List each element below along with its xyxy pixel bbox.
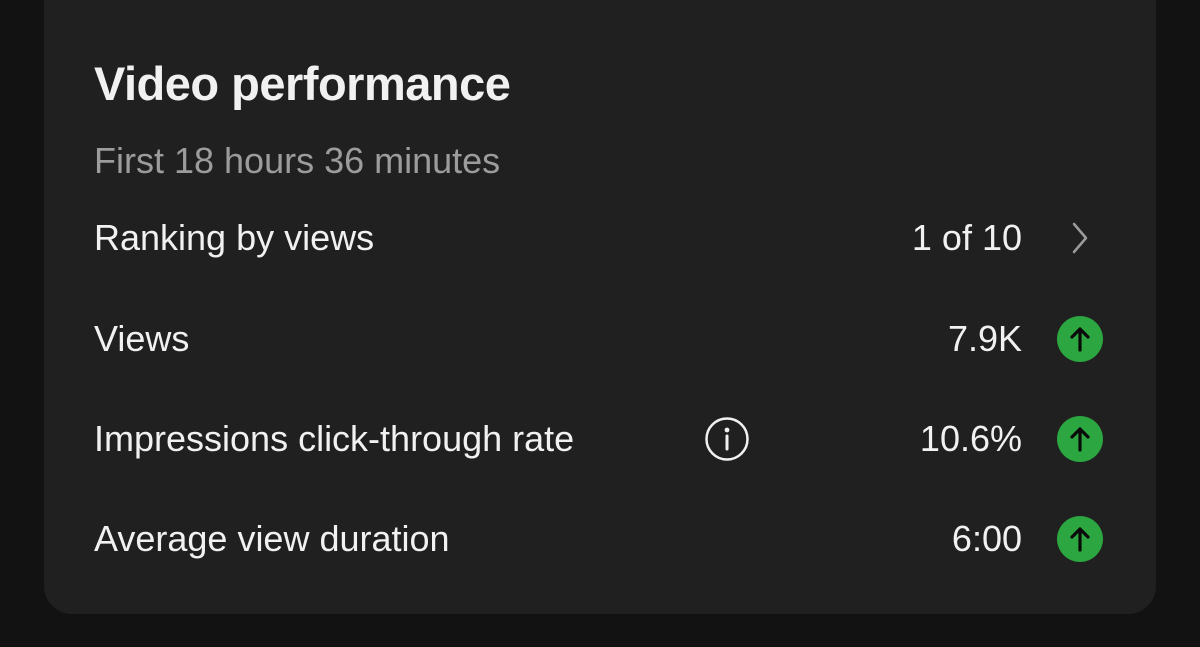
row-label: Ranking by views	[94, 217, 375, 258]
trend-up-badge	[1056, 315, 1104, 363]
ranking-by-views-row[interactable]: Ranking by views 1 of 10	[44, 198, 1156, 278]
row-value: 7.9K	[947, 318, 1022, 359]
card-subtitle: First 18 hours 36 minutes	[94, 140, 501, 181]
impressions-ctr-row: Impressions click-through rate 10.6%	[44, 399, 1156, 479]
trend-up-badge	[1056, 415, 1104, 463]
chevron-right-icon[interactable]	[1056, 214, 1104, 262]
arrow-up-icon	[1057, 416, 1103, 462]
arrow-up-icon	[1057, 516, 1103, 562]
average-view-duration-row: Average view duration 6:00	[44, 499, 1156, 579]
row-label: Views	[94, 318, 190, 359]
card-title: Video performance	[94, 57, 511, 110]
video-performance-card: Video performance First 18 hours 36 minu…	[44, 0, 1156, 614]
row-label: Average view duration	[94, 518, 450, 559]
row-value: 1 of 10	[911, 217, 1022, 258]
arrow-up-icon	[1057, 316, 1103, 362]
views-row: Views 7.9K	[44, 299, 1156, 379]
row-value: 10.6%	[919, 418, 1022, 459]
trend-up-badge	[1056, 515, 1104, 563]
info-icon[interactable]	[704, 416, 750, 462]
row-value: 6:00	[951, 518, 1022, 559]
row-label: Impressions click-through rate	[94, 418, 575, 459]
